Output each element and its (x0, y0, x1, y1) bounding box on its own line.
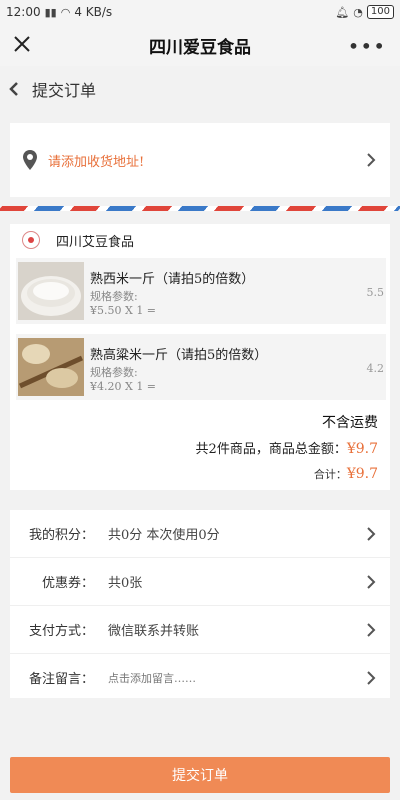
total-label: 共2件商品，商品总金额： (195, 442, 347, 457)
points-row[interactable]: 我的积分： 共0分 本次使用0分 (10, 510, 390, 558)
product-image-sorghum (18, 338, 84, 396)
status-bar: 12:00 ▮▮ ◠ 4 KB/s 🔔︎ ◔ 100 (0, 0, 400, 24)
chevron-right-icon (367, 623, 376, 637)
signal-icon: ▮▮ (44, 5, 57, 19)
chevron-right-icon (367, 153, 376, 167)
shipping-note: 不含运费 (322, 415, 378, 431)
close-icon[interactable] (10, 32, 34, 56)
page-header: 提交订单 (0, 66, 400, 112)
product-price: ¥4.20 X 1 = (90, 380, 157, 393)
order-total: 共2件商品，商品总金额：¥9.7 (196, 438, 378, 457)
address-row[interactable]: 请添加收货地址! (10, 123, 390, 197)
remark-row[interactable]: 备注留言： 点击添加留言…… (10, 654, 390, 701)
product-item[interactable]: 熟西米一斤（请拍5的倍数） 规格参数: ¥5.50 X 1 = 5.5 (16, 258, 386, 324)
back-chevron-icon[interactable] (6, 81, 22, 97)
status-time: 12:00 (6, 5, 41, 19)
product-subtotal: 5.5 (366, 286, 385, 299)
shop-name: 四川艾豆食品 (56, 234, 135, 250)
payment-method-row[interactable]: 支付方式： 微信联系并转账 (10, 606, 390, 654)
battery-indicator: 100 (366, 5, 394, 19)
product-spec: 规格参数: (90, 366, 138, 379)
sum-amount: ¥9.7 (346, 466, 378, 482)
option-label: 我的积分： (28, 528, 94, 543)
product-price: ¥5.50 X 1 = (90, 304, 157, 317)
coupon-row[interactable]: 优惠券： 共0张 (10, 558, 390, 606)
envelope-stripe-divider (0, 206, 400, 211)
shop-logo (22, 231, 40, 249)
shop-header: 四川艾豆食品 (10, 224, 390, 256)
product-spec: 规格参数: (90, 290, 138, 303)
chevron-right-icon (367, 671, 376, 685)
alarm-icon: ◔ (353, 5, 363, 19)
option-label: 备注留言： (28, 672, 94, 687)
option-label: 支付方式： (28, 624, 94, 639)
total-amount: ¥9.7 (346, 441, 378, 457)
product-name: 熟西米一斤（请拍5的倍数） (90, 272, 255, 287)
option-value: 共0张 (108, 576, 143, 591)
order-options: 我的积分： 共0分 本次使用0分 优惠券： 共0张 支付方式： 微信联系并转账 … (10, 510, 390, 698)
bell-icon: 🔔︎ (335, 5, 350, 19)
chevron-right-icon (367, 527, 376, 541)
add-address-prompt: 请添加收货地址! (48, 154, 145, 170)
app-title: 四川爱豆食品 (149, 37, 251, 58)
option-value: 微信联系并转账 (108, 624, 200, 639)
option-label: 优惠券： (41, 576, 94, 591)
wifi-icon: ◠ (60, 5, 71, 19)
page-title: 提交订单 (32, 81, 97, 100)
product-item[interactable]: 熟高粱米一斤（请拍5的倍数） 规格参数: ¥4.20 X 1 = 4.2 (16, 334, 386, 400)
order-sum: 合计：¥9.7 (314, 466, 378, 482)
shop-card: 四川艾豆食品 熟西米一斤（请拍5的倍数） 规格参数: ¥5.50 X 1 = 5… (10, 224, 390, 490)
app-bar: 四川爱豆食品 ••• (0, 24, 400, 67)
option-value: 共0分 本次使用0分 (108, 528, 220, 543)
product-image-sago (18, 262, 84, 320)
chevron-right-icon (367, 575, 376, 589)
remark-placeholder: 点击添加留言…… (108, 671, 196, 685)
more-dots-icon[interactable]: ••• (348, 36, 386, 56)
sum-label: 合计： (313, 468, 347, 481)
submit-order-button[interactable]: 提交订单 (10, 757, 390, 793)
product-subtotal: 4.2 (366, 362, 385, 375)
location-pin-icon (23, 150, 37, 170)
status-speed: 4 KB/s (74, 5, 113, 19)
product-name: 熟高粱米一斤（请拍5的倍数） (90, 348, 268, 363)
